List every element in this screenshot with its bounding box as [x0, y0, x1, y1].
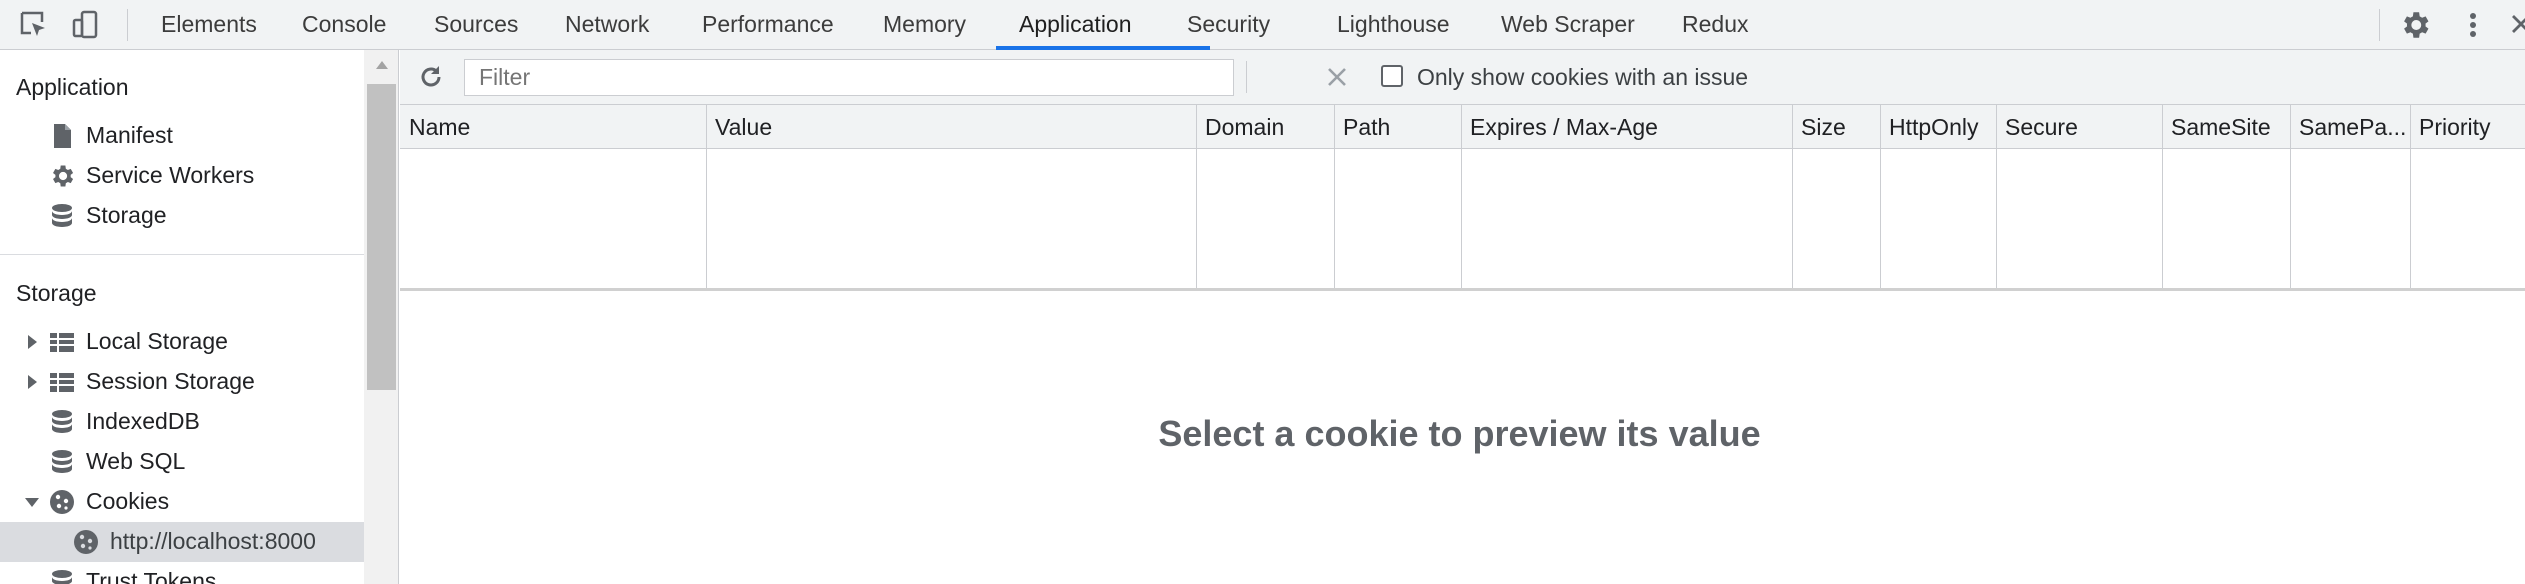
column-header-priority[interactable]: Priority: [2410, 105, 2525, 149]
more-vertical-icon[interactable]: [2456, 8, 2490, 42]
devtools-tab-bar: Elements Console Sources Network Perform…: [0, 0, 2525, 50]
column-header-size[interactable]: Size: [1792, 105, 1880, 149]
tab-performance[interactable]: Performance: [702, 0, 834, 49]
sidebar-item-storage-overview[interactable]: Storage: [0, 196, 364, 236]
sidebar-item-trust-tokens[interactable]: Trust Tokens: [0, 562, 364, 584]
expand-triangle-icon[interactable]: [22, 332, 42, 352]
sidebar-item-label: Local Storage: [86, 328, 228, 354]
column-divider[interactable]: [1461, 105, 1462, 291]
preview-empty-message: Select a cookie to preview its value: [1158, 412, 1761, 454]
only-issues-label: Only show cookies with an issue: [1417, 64, 1749, 90]
database-icon: [48, 448, 76, 476]
expand-triangle-icon[interactable]: [22, 372, 42, 392]
sidebar-divider: [0, 254, 364, 255]
column-divider[interactable]: [1334, 105, 1335, 291]
cookie-filter-input[interactable]: [464, 59, 1234, 96]
tab-security[interactable]: Security: [1187, 0, 1270, 49]
column-divider[interactable]: [1792, 105, 1793, 291]
gear-icon: [48, 162, 76, 190]
sidebar-section-application: Application: [16, 74, 129, 100]
sidebar-item-label: Trust Tokens: [86, 568, 217, 584]
sidebar-item-label: http://localhost:8000: [110, 528, 316, 554]
cookie-icon: [72, 528, 100, 556]
scrollbar-thumb[interactable]: [367, 84, 396, 390]
sidebar-item-session-storage[interactable]: Session Storage: [0, 362, 364, 402]
column-divider[interactable]: [1196, 105, 1197, 291]
sidebar-scrollbar[interactable]: [364, 50, 398, 584]
file-icon: [48, 122, 76, 150]
column-header-sameparty[interactable]: SamePa...: [2290, 105, 2410, 149]
column-divider[interactable]: [2410, 105, 2411, 291]
clear-all-icon[interactable]: [1325, 65, 1349, 89]
database-icon: [48, 202, 76, 230]
settings-gear-icon[interactable]: [2398, 8, 2432, 42]
sidebar-item-label: Service Workers: [86, 162, 255, 188]
only-issues-checkbox[interactable]: [1381, 65, 1403, 87]
column-divider[interactable]: [706, 105, 707, 291]
database-icon: [48, 408, 76, 436]
column-header-httponly[interactable]: HttpOnly: [1880, 105, 1996, 149]
tab-web-scraper[interactable]: Web Scraper: [1501, 0, 1635, 49]
close-icon[interactable]: [2505, 8, 2525, 42]
table-icon: [48, 368, 76, 396]
device-toggle-icon[interactable]: [70, 8, 104, 42]
cookie-icon: [48, 488, 76, 516]
column-divider[interactable]: [2290, 105, 2291, 291]
scroll-up-arrow-icon[interactable]: [374, 58, 390, 70]
sidebar-item-label: Session Storage: [86, 368, 255, 394]
tab-memory[interactable]: Memory: [883, 0, 966, 49]
column-divider[interactable]: [1996, 105, 1997, 291]
sidebar-item-cookie-origin[interactable]: http://localhost:8000: [0, 522, 364, 562]
toolbar-divider: [1246, 61, 1247, 93]
column-divider[interactable]: [2162, 105, 2163, 291]
inspect-element-icon[interactable]: [16, 8, 50, 42]
cookies-toolbar: Only show cookies with an issue: [400, 50, 2525, 105]
table-icon: [48, 328, 76, 356]
database-icon: [48, 568, 76, 584]
sidebar-item-manifest[interactable]: Manifest: [0, 116, 364, 156]
cookie-table: Name Value Domain Path Expires / Max-Age…: [400, 105, 2525, 291]
tab-sources[interactable]: Sources: [434, 0, 518, 49]
column-header-domain[interactable]: Domain: [1196, 105, 1334, 149]
sidebar-section-storage: Storage: [16, 280, 97, 306]
sidebar-item-local-storage[interactable]: Local Storage: [0, 322, 364, 362]
sidebar-item-label: Cookies: [86, 488, 170, 514]
refresh-icon[interactable]: [416, 62, 446, 92]
column-divider[interactable]: [1880, 105, 1881, 291]
sidebar-item-label: Web SQL: [86, 448, 186, 474]
tab-lighthouse[interactable]: Lighthouse: [1337, 0, 1450, 49]
column-header-samesite[interactable]: SameSite: [2162, 105, 2290, 149]
sidebar-item-label: Manifest: [86, 122, 173, 148]
collapse-triangle-icon[interactable]: [22, 492, 42, 512]
sidebar-item-label: Storage: [86, 202, 167, 228]
application-sidebar: Application Manifest Service Workers Sto…: [0, 50, 399, 584]
column-header-expires[interactable]: Expires / Max-Age: [1461, 105, 1792, 149]
tab-redux[interactable]: Redux: [1682, 0, 1748, 49]
column-header-path[interactable]: Path: [1334, 105, 1461, 149]
tab-network[interactable]: Network: [565, 0, 649, 49]
sidebar-item-web-sql[interactable]: Web SQL: [0, 442, 364, 482]
tab-elements[interactable]: Elements: [161, 0, 257, 49]
tab-application[interactable]: Application: [1019, 0, 1132, 49]
sidebar-item-cookies[interactable]: Cookies: [0, 482, 364, 522]
tab-console[interactable]: Console: [302, 0, 386, 49]
column-header-secure[interactable]: Secure: [1996, 105, 2162, 149]
sidebar-item-service-workers[interactable]: Service Workers: [0, 156, 364, 196]
column-header-name[interactable]: Name: [400, 105, 706, 149]
sidebar-item-label: IndexedDB: [86, 408, 200, 434]
cookie-preview-pane: Select a cookie to preview its value: [400, 291, 2525, 584]
sidebar-item-indexeddb[interactable]: IndexedDB: [0, 402, 364, 442]
column-header-value[interactable]: Value: [706, 105, 1196, 149]
